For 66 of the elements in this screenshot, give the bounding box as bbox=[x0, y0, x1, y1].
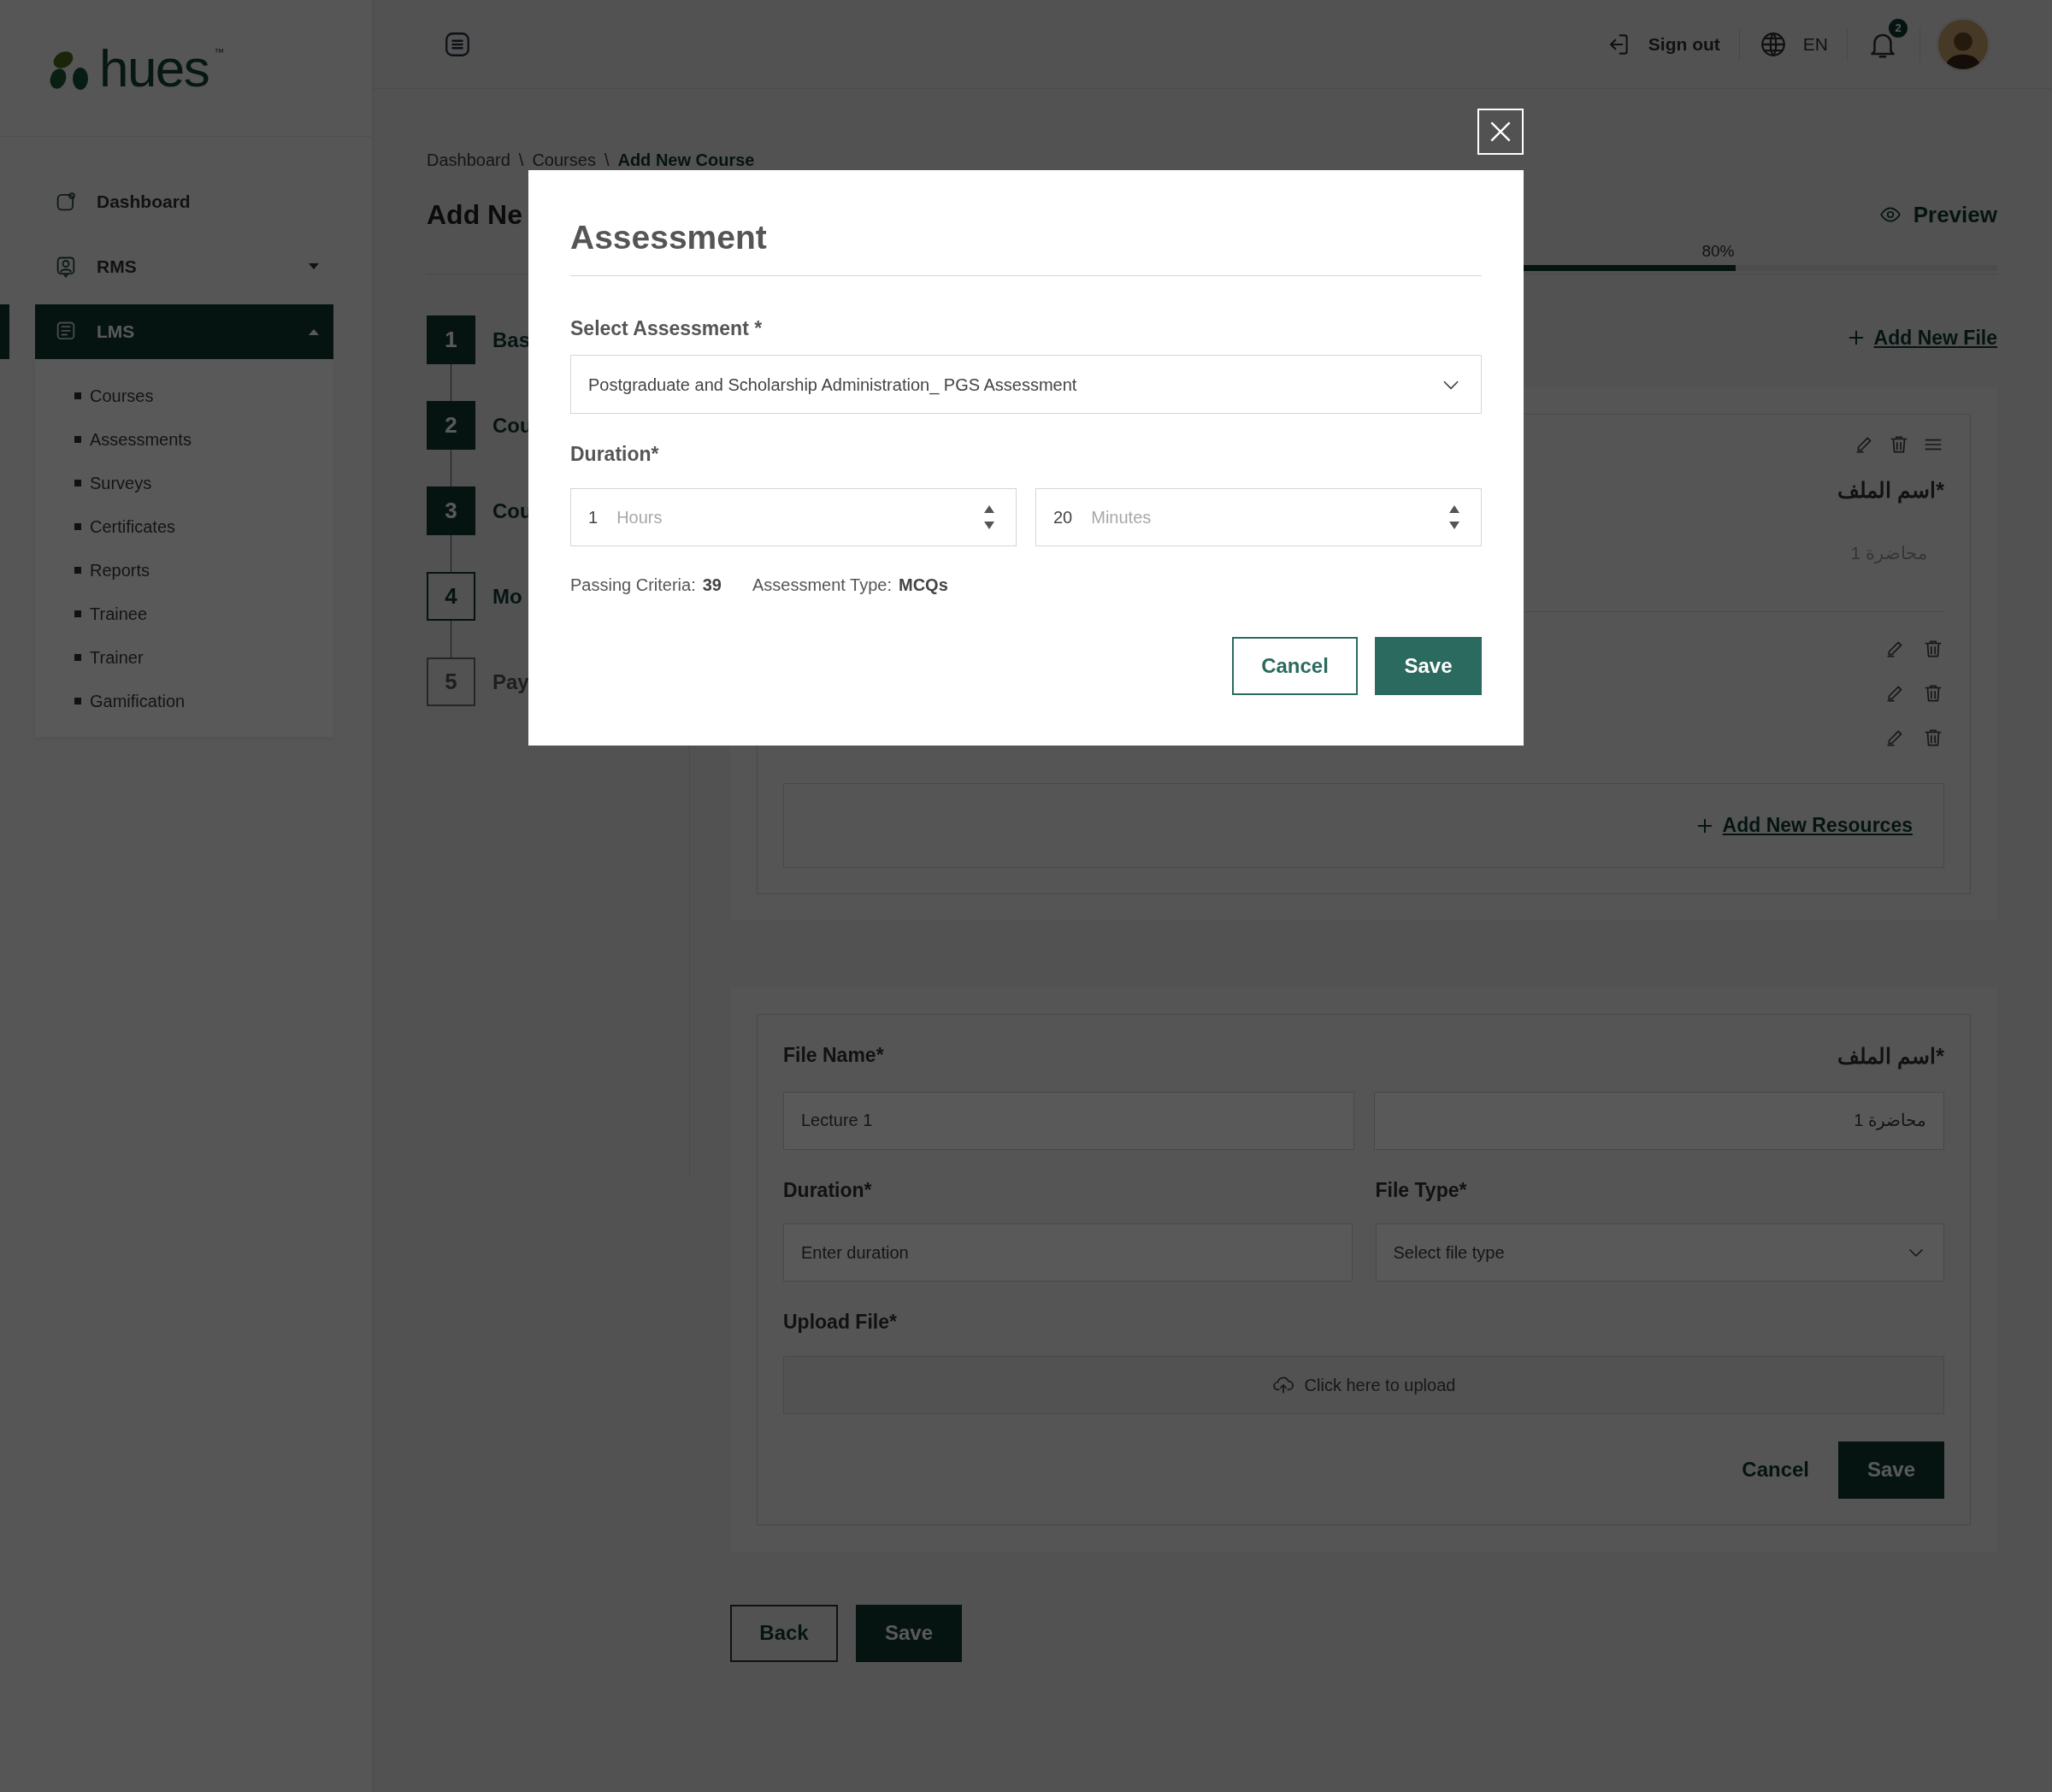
trash-icon[interactable] bbox=[1922, 638, 1944, 660]
sign-out-button[interactable]: Sign out bbox=[1603, 30, 1720, 58]
minutes-field[interactable]: 20 Minutes bbox=[1035, 487, 1482, 546]
caret-down-icon bbox=[308, 262, 320, 271]
back-button[interactable]: Back bbox=[730, 1604, 838, 1662]
field-label: File Type* bbox=[1375, 1177, 1468, 1203]
field-label: Select Assessment * bbox=[570, 315, 764, 341]
submenu-item[interactable]: Courses bbox=[35, 374, 333, 417]
duration-field[interactable]: Enter duration bbox=[783, 1223, 1353, 1282]
step-number[interactable]: 2 bbox=[427, 401, 475, 450]
sidebar-item[interactable]: LMS bbox=[35, 304, 333, 359]
file-type-dropdown[interactable]: Select file type bbox=[1375, 1223, 1944, 1282]
add-new-resources-link[interactable]: Add New Resources bbox=[1695, 811, 1913, 840]
breadcrumb-separator: \ bbox=[604, 150, 610, 171]
sidebar-item[interactable]: Dashboard bbox=[35, 174, 333, 229]
cancel-button[interactable]: Cancel bbox=[1738, 1454, 1813, 1485]
file-name-field[interactable]: Lecture 1 bbox=[783, 1091, 1354, 1150]
breadcrumb-link[interactable]: Courses bbox=[532, 147, 596, 173]
submenu-item[interactable]: Trainer bbox=[35, 635, 333, 679]
arabic-name-field[interactable]: محاضرة 1 bbox=[1373, 1091, 1944, 1150]
submenu-item[interactable]: Trainee bbox=[35, 592, 333, 635]
save-button[interactable]: Save bbox=[856, 1604, 962, 1662]
info-value: MCQs bbox=[899, 574, 948, 596]
breadcrumb-link[interactable]: Add New Course bbox=[617, 147, 755, 173]
field-label: Duration* bbox=[783, 1177, 873, 1203]
save-button[interactable]: Save bbox=[1375, 636, 1482, 695]
save-button[interactable]: Save bbox=[1838, 1441, 1944, 1499]
assessment-dropdown[interactable]: Postgraduate and Scholarship Administration_ PGS Assessment bbox=[570, 355, 1482, 414]
info-label: Passing Criteria: bbox=[570, 574, 696, 596]
notification-badge: 2 bbox=[1889, 18, 1908, 38]
submenu-item[interactable]: Surveys bbox=[35, 461, 333, 504]
dialog-title: Assessment bbox=[570, 213, 1482, 276]
hours-field[interactable]: 1 Hours bbox=[570, 487, 1017, 546]
preview-button[interactable]: Preview bbox=[1878, 197, 1997, 232]
submenu-item[interactable]: Gamification bbox=[35, 679, 333, 722]
field-label: Duration* bbox=[570, 442, 660, 467]
breadcrumb-link[interactable]: Dashboard bbox=[427, 147, 510, 173]
submenu-item[interactable]: Certificates bbox=[35, 504, 333, 548]
trash-icon[interactable] bbox=[1888, 433, 1910, 456]
sidebar-item[interactable]: RMS bbox=[35, 239, 333, 294]
submenu-item[interactable]: Assessments bbox=[35, 417, 333, 461]
breadcrumb-separator: \ bbox=[518, 150, 524, 171]
trash-icon[interactable] bbox=[1922, 682, 1944, 704]
field-label: اسم الملف* bbox=[1837, 477, 1944, 505]
trash-icon[interactable] bbox=[1922, 727, 1944, 749]
info-value: 39 bbox=[702, 574, 722, 596]
progress-percent: 80% bbox=[1701, 240, 1735, 262]
step-number[interactable]: 1 bbox=[427, 315, 475, 364]
active-indicator bbox=[0, 304, 9, 359]
step-label: Mo bbox=[492, 583, 522, 610]
caret-up-icon bbox=[308, 327, 320, 336]
hues-logo: hues™ bbox=[46, 44, 225, 92]
field-label: Upload File* bbox=[783, 1310, 898, 1335]
step-label: Bas bbox=[492, 327, 531, 353]
close-button[interactable] bbox=[1477, 109, 1524, 155]
upload-button[interactable]: Click here to upload bbox=[783, 1355, 1944, 1414]
page-title: Add Ne bbox=[427, 198, 522, 232]
add-new-file-link[interactable]: Add New File bbox=[1846, 321, 1997, 355]
field-label: File Name* bbox=[783, 1043, 884, 1068]
field-label: اسم الملف* bbox=[1837, 1043, 1944, 1071]
submenu-item[interactable]: Reports bbox=[35, 548, 333, 592]
info-label: Assessment Type: bbox=[752, 574, 892, 596]
step-number[interactable]: 3 bbox=[427, 486, 475, 535]
step-number[interactable]: 4 bbox=[427, 572, 475, 621]
language-button[interactable]: EN bbox=[1758, 29, 1828, 59]
cancel-button[interactable]: Cancel bbox=[1232, 636, 1358, 695]
